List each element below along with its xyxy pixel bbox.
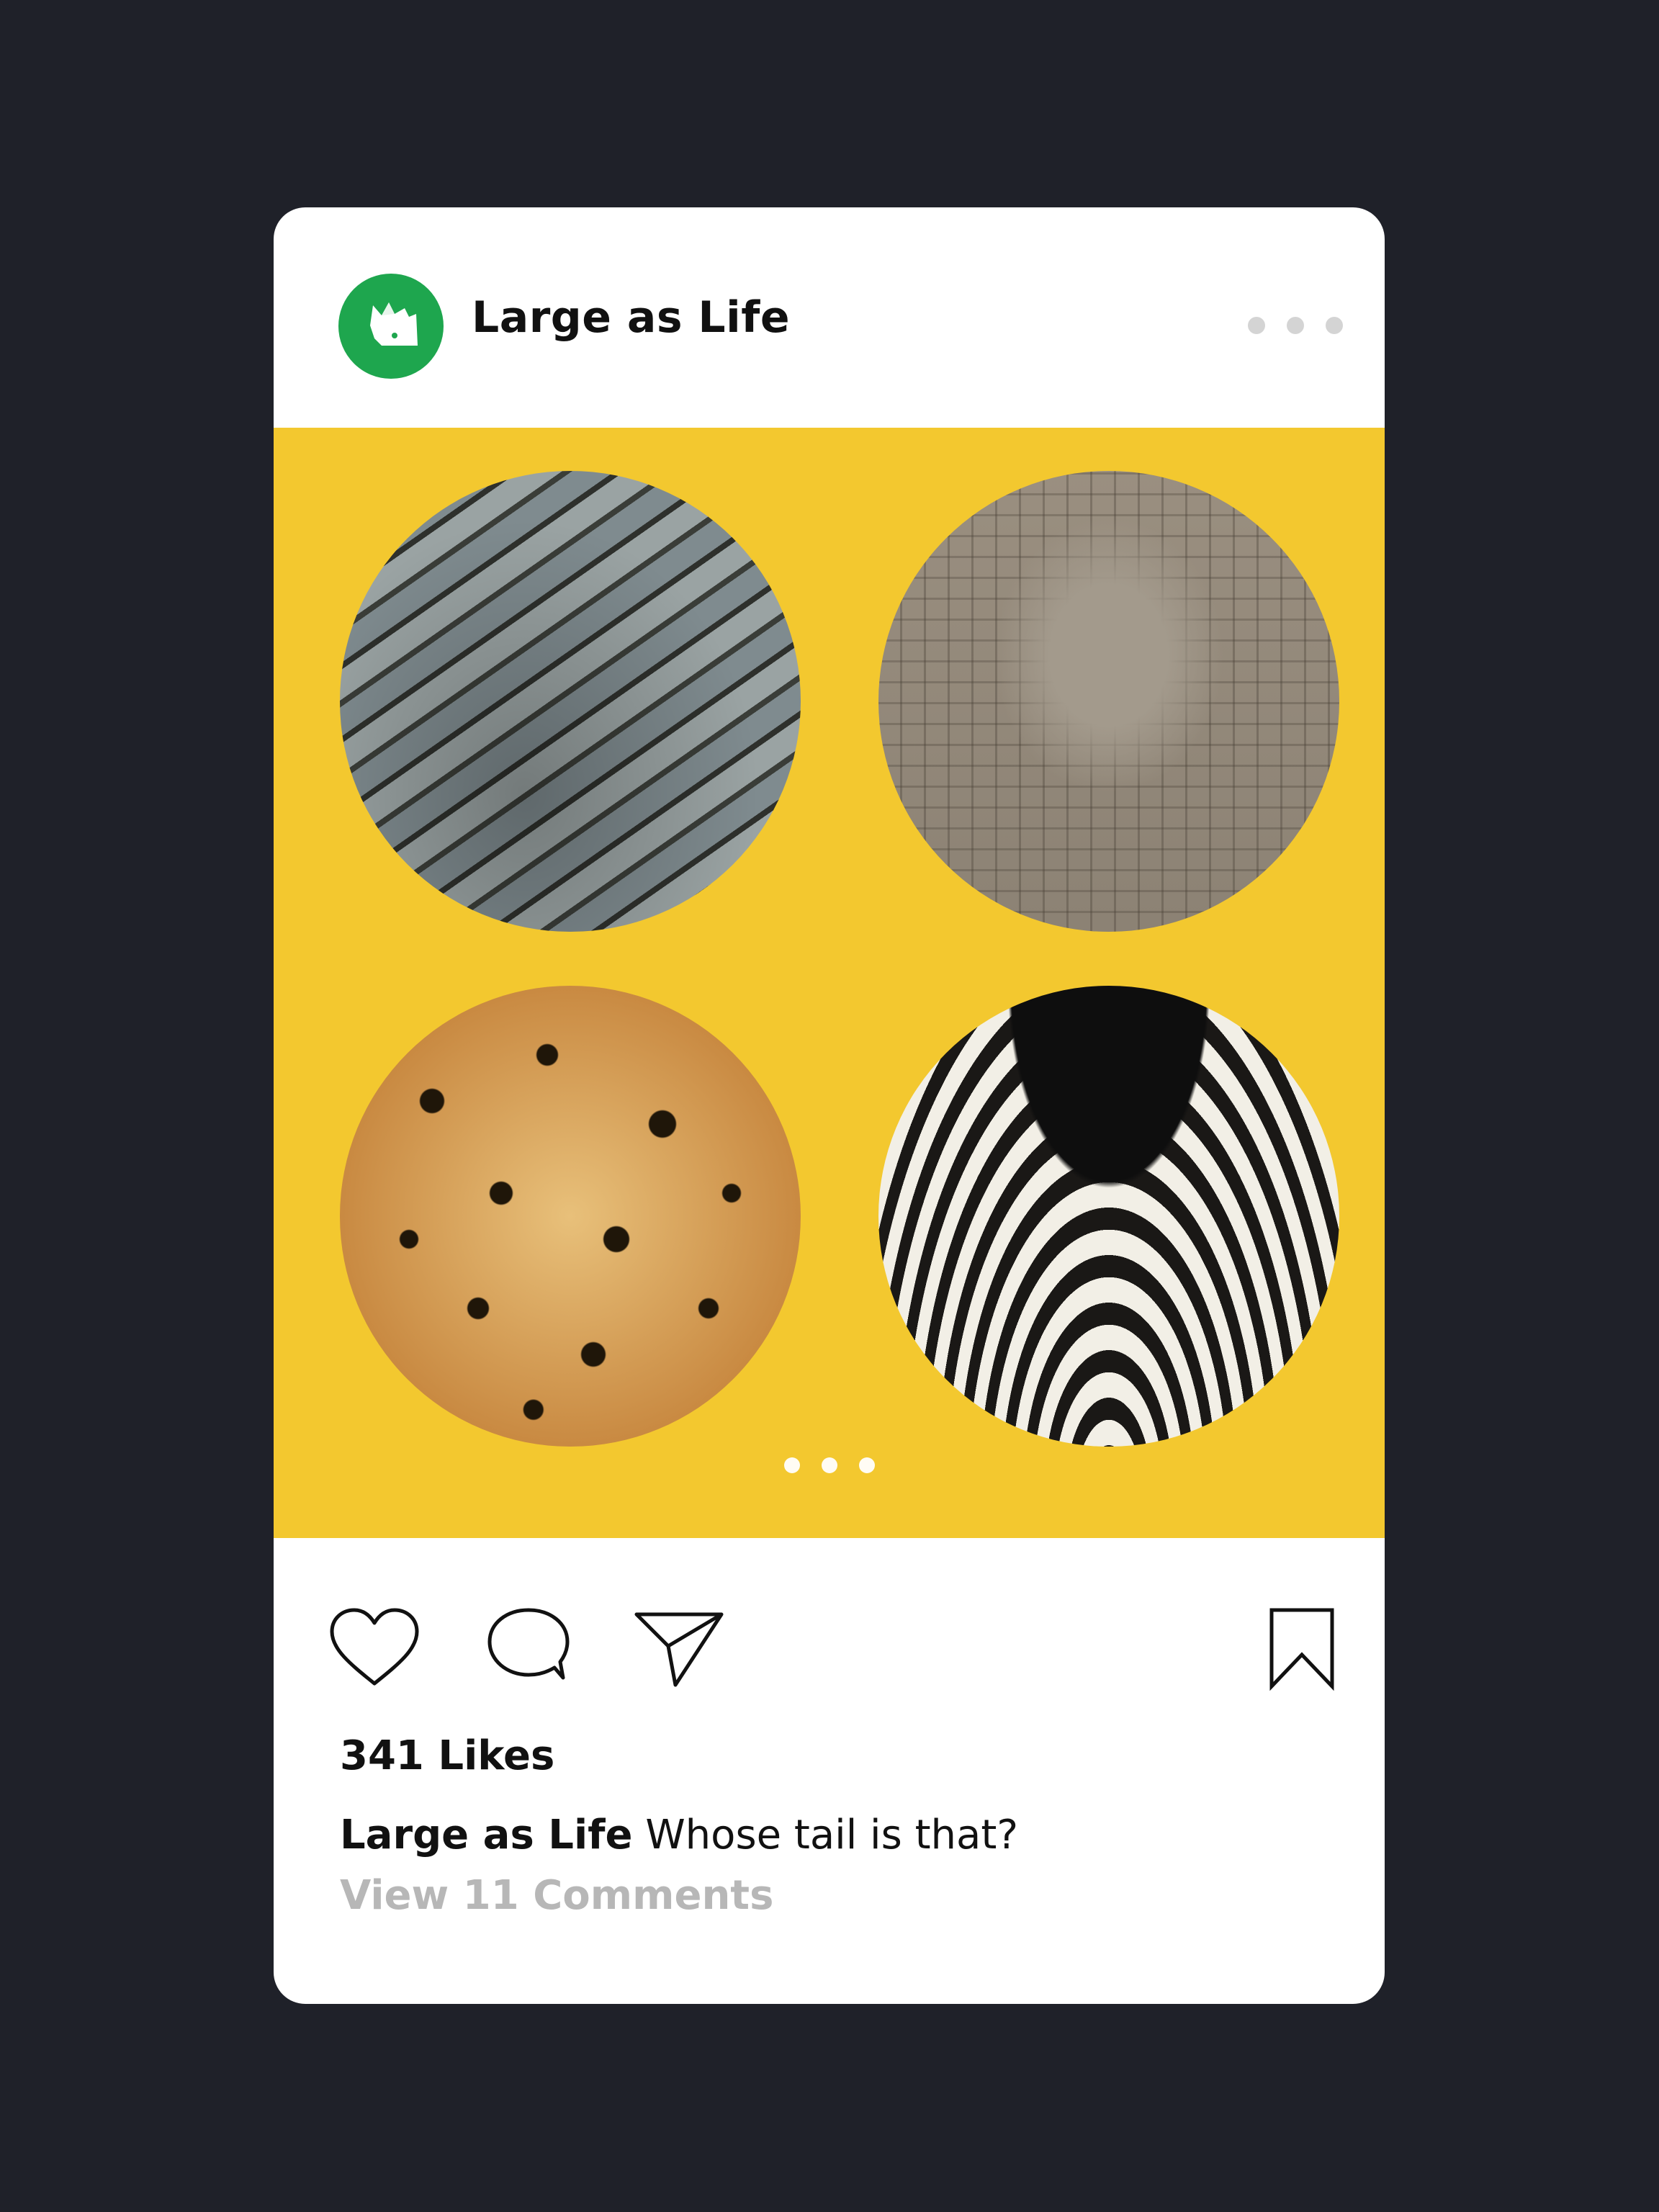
rhino-icon: [370, 302, 418, 346]
more-dot: [1287, 317, 1304, 334]
post-media[interactable]: [274, 428, 1385, 1538]
account-name[interactable]: Large as Life: [472, 292, 790, 343]
likes-count[interactable]: 341 Likes: [340, 1732, 554, 1779]
carousel-dot[interactable]: [821, 1457, 837, 1473]
carousel-dot[interactable]: [783, 1457, 800, 1473]
more-dot: [1248, 317, 1265, 334]
comment-icon[interactable]: [485, 1606, 572, 1689]
more-options-icon[interactable]: [1248, 317, 1343, 334]
caption-text: Whose tail is that?: [645, 1812, 1019, 1858]
carousel-indicator: [274, 1457, 1385, 1473]
more-dot: [1326, 317, 1343, 334]
avatar[interactable]: [338, 274, 444, 379]
caption-username[interactable]: Large as Life: [340, 1812, 633, 1858]
carousel-dot[interactable]: [858, 1457, 875, 1473]
crocodile-tail-image: [340, 471, 801, 932]
view-comments-link[interactable]: View 11 Comments: [340, 1872, 773, 1919]
heart-icon[interactable]: [328, 1606, 421, 1689]
post-header: Large as Life: [274, 207, 1385, 428]
caption: Large as Life Whose tail is that?: [340, 1812, 1018, 1858]
bookmark-icon[interactable]: [1266, 1606, 1338, 1692]
send-icon[interactable]: [632, 1609, 726, 1689]
post-card: Large as Life 341 Likes Large as Life Wh…: [274, 207, 1385, 2004]
leopard-tail-image: [340, 986, 801, 1447]
elephant-tail-image: [878, 471, 1339, 932]
zebra-tail-image: [878, 986, 1339, 1447]
post-actions: [274, 1538, 1385, 1691]
